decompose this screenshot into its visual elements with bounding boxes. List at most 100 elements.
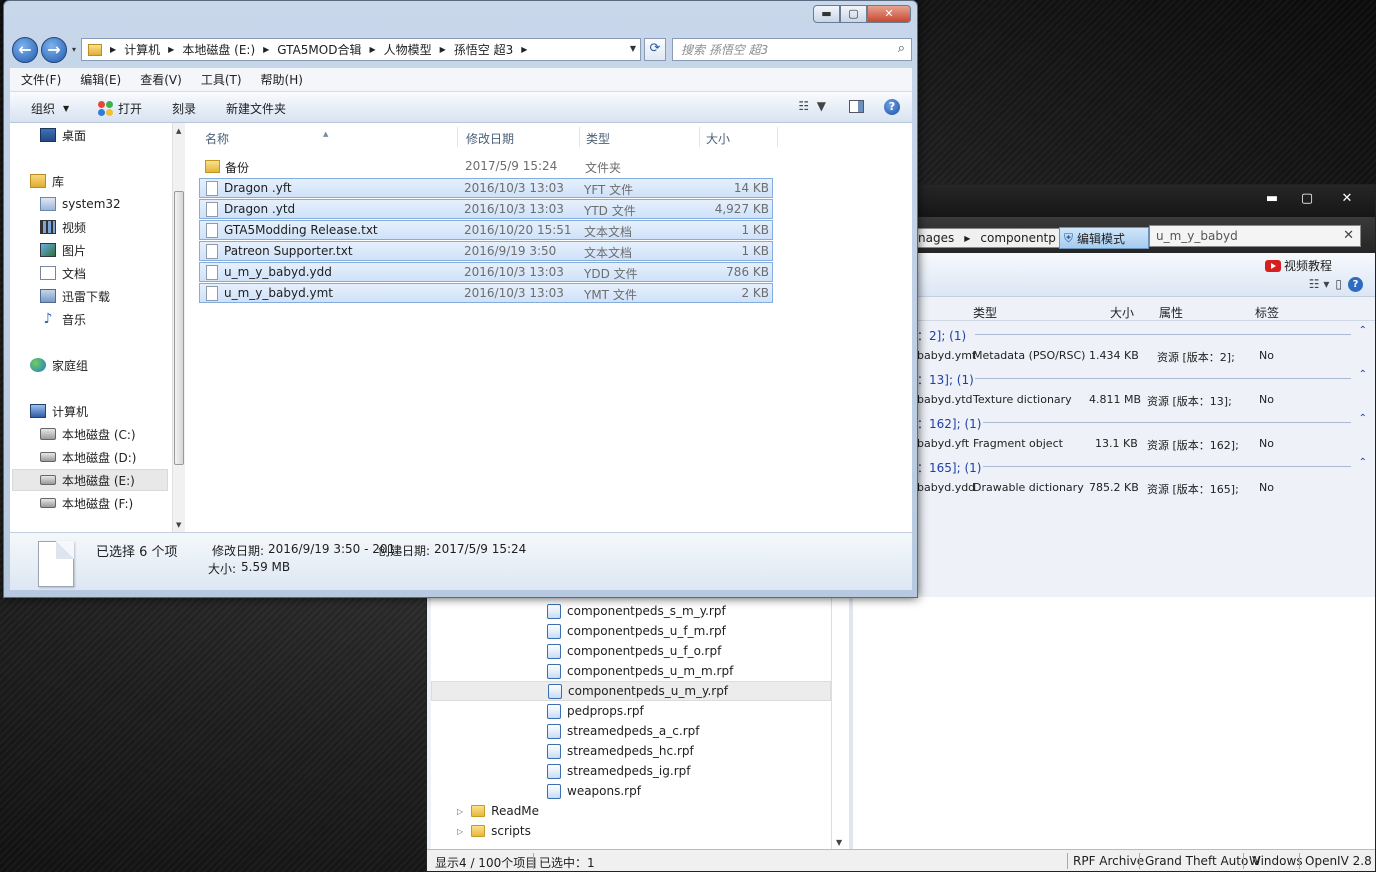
file-row[interactable]: GTA5Modding Release.txt 2016/10/20 15:51…: [199, 220, 773, 240]
collapse-icon[interactable]: ⌃: [1359, 413, 1367, 424]
change-view-button[interactable]: ☷ ▼: [798, 99, 826, 113]
nav-scrollbar[interactable]: ▲ ▼: [172, 123, 185, 532]
chevron-right-icon[interactable]: ▶: [110, 45, 116, 54]
nav-computer[interactable]: 计算机: [30, 400, 88, 422]
breadcrumb-drive-e[interactable]: 本地磁盘 (E:): [182, 41, 255, 58]
tree-item-selected[interactable]: componentpeds_u_m_y.rpf: [431, 681, 831, 701]
breadcrumb-computer[interactable]: 计算机: [124, 41, 160, 58]
breadcrumb-current-folder[interactable]: 孫悟空 超3: [454, 41, 513, 58]
edit-mode-button[interactable]: ⛨ 编辑模式: [1059, 227, 1149, 249]
chevron-right-icon[interactable]: ▶: [263, 45, 269, 54]
refresh-button[interactable]: ⟳: [644, 38, 666, 61]
nav-videos[interactable]: 视频: [40, 216, 86, 238]
group-header[interactable]: ：165]; (1) ⌃: [917, 455, 1375, 477]
breadcrumb-character-models[interactable]: 人物模型: [384, 41, 432, 58]
collapse-icon[interactable]: ⌃: [1359, 325, 1367, 336]
menu-file[interactable]: 文件(F): [10, 71, 69, 88]
tree-item[interactable]: streamedpeds_hc.rpf: [547, 741, 694, 761]
maximize-button[interactable]: ▢: [840, 5, 867, 23]
scroll-up-icon[interactable]: ▲: [176, 127, 181, 135]
back-button[interactable]: ←: [12, 37, 38, 63]
nav-system32[interactable]: system32: [40, 193, 121, 215]
preview-pane-icon[interactable]: [849, 100, 864, 113]
list-item[interactable]: babyd.yft Fragment object 13.1 KB 资源 [版本…: [917, 433, 1375, 455]
tree-item[interactable]: componentpeds_u_f_m.rpf: [547, 621, 726, 641]
column-size[interactable]: 大小: [706, 130, 730, 147]
list-item[interactable]: babyd.ytd Texture dictionary 4.811 MB 资源…: [917, 389, 1375, 411]
menu-tools[interactable]: 工具(T): [190, 71, 250, 88]
collapse-icon[interactable]: ⌃: [1359, 369, 1367, 380]
nav-drive-d[interactable]: 本地磁盘 (D:): [40, 446, 136, 468]
expand-icon[interactable]: ▷: [457, 807, 463, 816]
nav-music[interactable]: ♪ 音乐: [40, 308, 86, 330]
column-modified[interactable]: 修改日期: [466, 130, 514, 147]
open-button[interactable]: 打开: [98, 100, 142, 117]
openiv-search-input[interactable]: u_m_y_babyd ✕: [1149, 225, 1361, 247]
breadcrumb-gta5mod[interactable]: GTA5MOD合辑: [277, 41, 361, 58]
column-attributes[interactable]: 属性: [1159, 304, 1183, 321]
clear-search-icon[interactable]: ✕: [1343, 228, 1354, 243]
new-folder-button[interactable]: 新建文件夹: [226, 100, 286, 117]
preview-pane-icon[interactable]: ▯: [1335, 277, 1342, 292]
file-row[interactable]: Dragon .yft 2016/10/3 13:03 YFT 文件 14 KB: [199, 178, 773, 198]
nav-documents[interactable]: 文档: [40, 262, 86, 284]
file-row[interactable]: u_m_y_babyd.ymt 2016/10/3 13:03 YMT 文件 2…: [199, 283, 773, 303]
nav-homegroup[interactable]: 家庭组: [30, 354, 88, 376]
close-button[interactable]: ✕: [867, 5, 911, 23]
openiv-path-segment[interactable]: componentp: [980, 231, 1056, 245]
tree-scrollbar[interactable]: ▼: [831, 597, 849, 849]
address-bar[interactable]: ▶ 计算机 ▶ 本地磁盘 (E:) ▶ GTA5MOD合辑 ▶ 人物模型 ▶ 孫…: [81, 38, 641, 61]
column-type[interactable]: 类型: [586, 130, 610, 147]
search-input[interactable]: 搜索 孫悟空 超3 ⌕: [672, 38, 912, 61]
file-row[interactable]: Dragon .ytd 2016/10/3 13:03 YTD 文件 4,927…: [199, 199, 773, 219]
column-tags[interactable]: 标签: [1255, 304, 1279, 321]
tree-item[interactable]: streamedpeds_a_c.rpf: [547, 721, 699, 741]
tree-item[interactable]: weapons.rpf: [547, 781, 641, 801]
column-size[interactable]: 大小: [1110, 304, 1134, 321]
nav-pictures[interactable]: 图片: [40, 239, 86, 261]
chevron-right-icon[interactable]: ▶: [521, 45, 527, 54]
file-row[interactable]: u_m_y_babyd.ydd 2016/10/3 13:03 YDD 文件 7…: [199, 262, 773, 282]
group-header[interactable]: ：162]; (1) ⌃: [917, 411, 1375, 433]
openiv-close-button[interactable]: ✕: [1325, 189, 1369, 209]
nav-scroll-thumb[interactable]: [174, 191, 184, 465]
column-name[interactable]: 名称: [205, 130, 229, 147]
organize-button[interactable]: 组织 ▼: [31, 100, 69, 117]
video-tutorial-button[interactable]: 视频教程: [1265, 257, 1332, 274]
group-header[interactable]: ：13]; (1) ⌃: [917, 367, 1375, 389]
menu-edit[interactable]: 编辑(E): [69, 71, 129, 88]
chevron-right-icon[interactable]: ▶: [369, 45, 375, 54]
chevron-right-icon[interactable]: ▶: [440, 45, 446, 54]
address-dropdown-icon[interactable]: ▼: [630, 44, 636, 53]
list-item[interactable]: babyd.ymt Metadata (PSO/RSC) 1.434 KB 资源…: [917, 345, 1375, 367]
scroll-down-icon[interactable]: ▼: [176, 521, 181, 529]
tree-item[interactable]: componentpeds_u_f_o.rpf: [547, 641, 721, 661]
chevron-right-icon[interactable]: ▶: [168, 45, 174, 54]
nav-drive-f[interactable]: 本地磁盘 (F:): [40, 492, 133, 514]
tree-item[interactable]: componentpeds_u_m_m.rpf: [547, 661, 733, 681]
openiv-maximize-button[interactable]: ▢: [1290, 189, 1324, 209]
column-type[interactable]: 类型: [973, 304, 997, 321]
history-dropdown-icon[interactable]: ▾: [72, 45, 76, 54]
help-icon[interactable]: ?: [884, 99, 900, 115]
file-row[interactable]: Patreon Supporter.txt 2016/9/19 3:50 文本文…: [199, 241, 773, 261]
nav-drive-c[interactable]: 本地磁盘 (C:): [40, 423, 136, 445]
scroll-down-icon[interactable]: ▼: [836, 838, 842, 847]
nav-drive-e[interactable]: 本地磁盘 (E:): [12, 469, 168, 491]
nav-libraries[interactable]: 库: [30, 170, 64, 192]
tree-item[interactable]: componentpeds_s_m_y.rpf: [547, 601, 726, 621]
view-options-icon[interactable]: ☷ ▾: [1309, 277, 1330, 292]
minimize-button[interactable]: ▬: [813, 5, 840, 23]
expand-icon[interactable]: ▷: [457, 827, 463, 836]
openiv-minimize-button[interactable]: ▬: [1255, 189, 1289, 209]
tree-item[interactable]: ▷ scripts: [457, 821, 531, 841]
tree-item[interactable]: ▷ ReadMe: [457, 801, 539, 821]
file-row-folder[interactable]: 备份 2017/5/9 15:24 文件夹: [199, 157, 773, 177]
nav-thunder-downloads[interactable]: 迅雷下载: [40, 285, 110, 307]
forward-button[interactable]: →: [41, 37, 67, 63]
group-header[interactable]: ：2]; (1) ⌃: [917, 323, 1375, 345]
menu-view[interactable]: 查看(V): [129, 71, 190, 88]
collapse-icon[interactable]: ⌃: [1359, 457, 1367, 468]
tree-item[interactable]: pedprops.rpf: [547, 701, 644, 721]
burn-button[interactable]: 刻录: [172, 100, 196, 117]
